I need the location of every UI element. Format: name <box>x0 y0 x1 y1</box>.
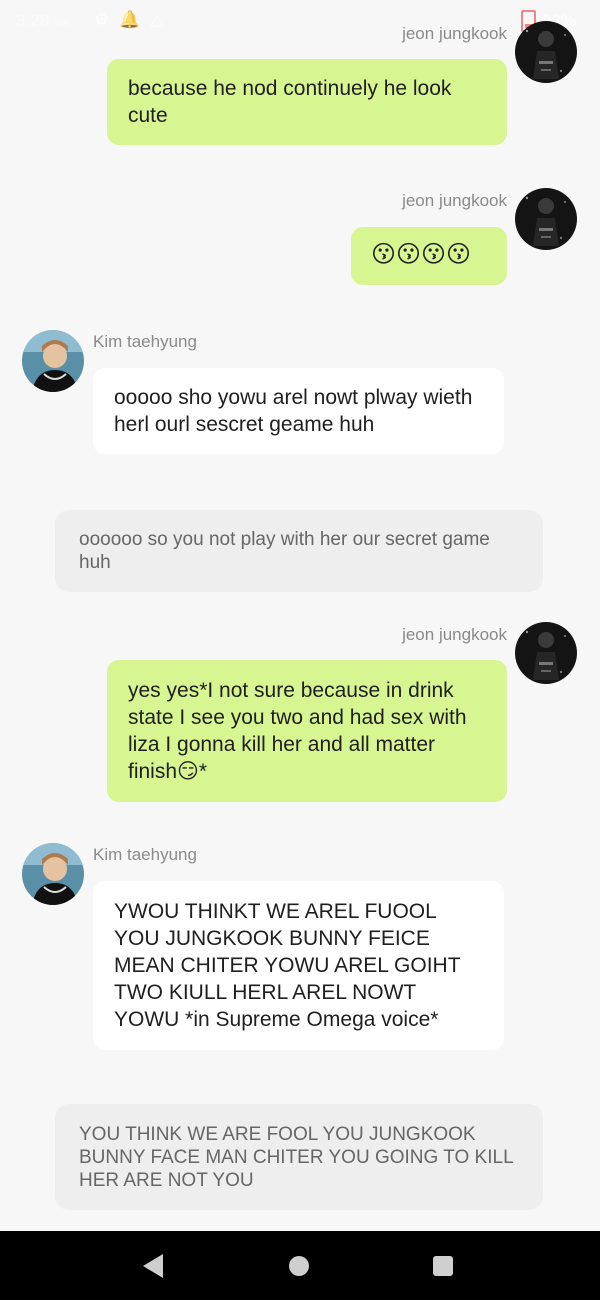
back-icon[interactable] <box>143 1254 163 1278</box>
message-bubble[interactable]: ooooo sho yowu arel nowt plway wieth her… <box>93 368 504 454</box>
message-bubble[interactable]: YWOU THINKT WE AREL FUOOL YOU JUNGKOOK B… <box>93 881 504 1050</box>
sender-name: Kim taehyung <box>93 332 197 351</box>
sender-name: jeon jungkook <box>402 625 507 644</box>
status-icons: ⚙ 🔔 △ <box>94 10 164 30</box>
avatar[interactable] <box>515 622 577 684</box>
sender-name: jeon jungkook <box>402 191 507 210</box>
status-time: 3:28 am <box>16 11 70 30</box>
message-bubble[interactable]: yes yes*I not sure because in drink stat… <box>107 660 507 802</box>
recents-icon[interactable] <box>433 1256 453 1276</box>
gear-icon: ⚙ <box>94 10 110 29</box>
narration-bubble[interactable]: YOU THINK WE ARE FOOL YOU JUNGKOOK BUNNY… <box>55 1104 543 1210</box>
message-bubble[interactable]: 😗😗😗😗 <box>351 227 507 285</box>
avatar[interactable] <box>22 843 84 905</box>
sender-name: jeon jungkook <box>402 24 507 43</box>
narration-bubble[interactable]: oooooo so you not play with her our secr… <box>55 510 543 592</box>
home-icon[interactable] <box>289 1256 309 1276</box>
navigation-bar <box>0 1231 600 1300</box>
avatar[interactable] <box>515 188 577 250</box>
avatar[interactable] <box>515 21 577 83</box>
warning-triangle-icon: △ <box>150 10 164 29</box>
sender-name: Kim taehyung <box>93 845 197 864</box>
avatar[interactable] <box>22 330 84 392</box>
status-bar: 3:28 am ⚙ 🔔 △ 28% <box>0 0 600 44</box>
message-bubble[interactable]: because he nod continuely he look cute <box>107 59 507 145</box>
notification-bell-icon: 🔔 <box>119 10 141 29</box>
